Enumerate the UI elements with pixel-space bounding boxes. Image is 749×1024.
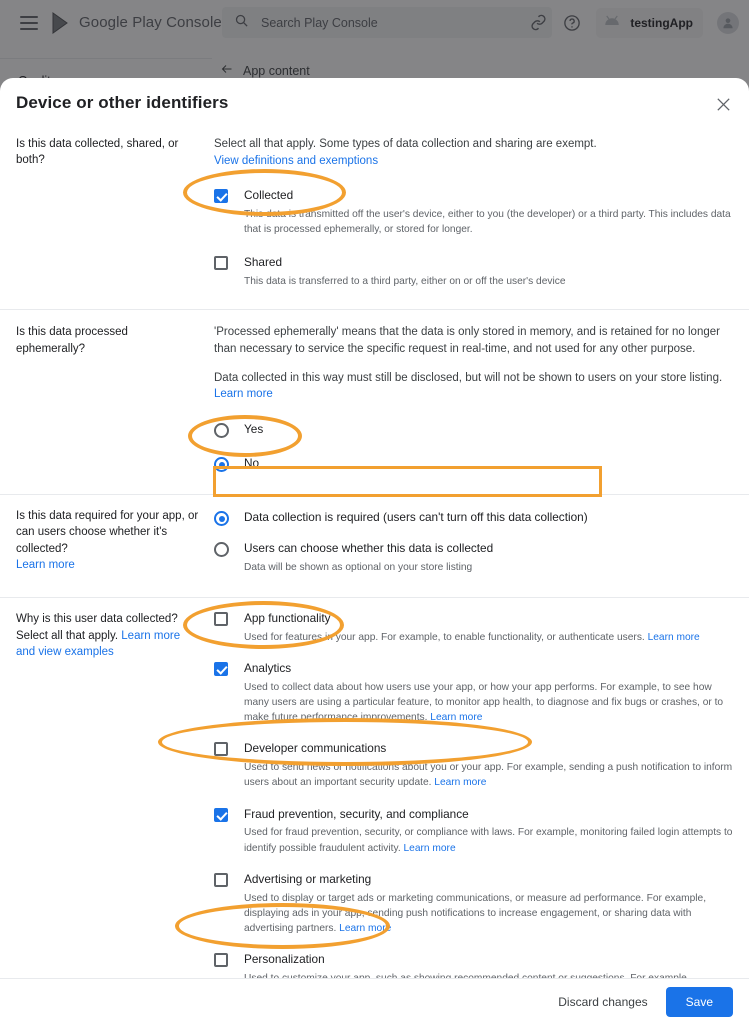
option-title: Analytics bbox=[244, 661, 292, 676]
ephemeral-paragraph-2: Data collected in this way must still be… bbox=[214, 371, 723, 401]
option-fraud-prevention[interactable]: Fraud prevention, security, and complian… bbox=[214, 807, 735, 856]
option-ephemeral-no[interactable]: No bbox=[214, 456, 735, 473]
radio-users-choose[interactable] bbox=[214, 542, 229, 558]
ephemeral-paragraph-1: 'Processed ephemerally' means that the d… bbox=[214, 326, 720, 356]
checkbox-advertising-marketing[interactable] bbox=[214, 872, 228, 887]
option-desc: Used to send news or notifications about… bbox=[244, 762, 733, 789]
checkbox-fraud-prevention[interactable] bbox=[214, 807, 228, 822]
dialog-body: Is this data collected, shared, or both?… bbox=[0, 122, 749, 978]
section-label: Why is this user data collected? Select … bbox=[16, 613, 181, 658]
option-title: Advertising or marketing bbox=[244, 871, 372, 886]
radio-data-required[interactable] bbox=[214, 511, 229, 527]
learn-more-link[interactable]: Learn more bbox=[214, 388, 273, 400]
option-title: Fraud prevention, security, and complian… bbox=[244, 806, 469, 821]
discard-changes-button[interactable]: Discard changes bbox=[558, 995, 647, 1009]
checkbox-shared[interactable] bbox=[214, 256, 228, 271]
option-personalization[interactable]: Personalization Used to customize your a… bbox=[214, 952, 735, 978]
option-desc: Used for fraud prevention, security, or … bbox=[244, 827, 733, 854]
section-required: Is this data required for your app, or c… bbox=[0, 508, 749, 575]
learn-more-link[interactable]: Learn more bbox=[16, 559, 75, 571]
option-title: Shared bbox=[244, 255, 283, 270]
option-data-required[interactable]: Data collection is required (users can't… bbox=[214, 510, 735, 527]
option-title: Users can choose whether this data is co… bbox=[244, 541, 494, 556]
learn-more-link[interactable]: Learn more bbox=[434, 777, 486, 788]
checkbox-app-functionality[interactable] bbox=[214, 612, 228, 627]
option-title: Personalization bbox=[244, 951, 325, 966]
option-title: App functionality bbox=[244, 611, 331, 626]
option-desc: Used to display or target ads or marketi… bbox=[244, 892, 707, 934]
option-desc: This data is transferred to a third part… bbox=[244, 276, 566, 288]
section-intro: Select all that apply. Some types of dat… bbox=[214, 138, 597, 167]
dialog-title: Device or other identifiers bbox=[16, 93, 229, 112]
radio-ephemeral-no[interactable] bbox=[214, 457, 229, 473]
close-icon[interactable] bbox=[713, 94, 733, 114]
checkbox-collected[interactable] bbox=[214, 189, 228, 204]
option-title: Developer communications bbox=[244, 741, 387, 756]
option-users-choose[interactable]: Users can choose whether this data is co… bbox=[214, 541, 735, 575]
dialog-header: Device or other identifiers bbox=[0, 78, 749, 122]
checkbox-personalization[interactable] bbox=[214, 952, 228, 967]
option-title: No bbox=[244, 456, 260, 471]
section-label: Is this data collected, shared, or both? bbox=[16, 138, 179, 167]
option-ephemeral-yes[interactable]: Yes bbox=[214, 422, 735, 439]
option-advertising-marketing[interactable]: Advertising or marketing Used to display… bbox=[214, 872, 735, 936]
radio-ephemeral-yes[interactable] bbox=[214, 423, 229, 439]
option-shared[interactable]: Shared This data is transferred to a thi… bbox=[214, 255, 735, 289]
option-title: Data collection is required (users can't… bbox=[244, 510, 588, 525]
section-divider bbox=[0, 309, 749, 311]
option-developer-communications[interactable]: Developer communications Used to send ne… bbox=[214, 741, 735, 790]
option-collected[interactable]: Collected This data is transmitted off t… bbox=[214, 188, 735, 237]
section-ephemeral: Is this data processed ephemerally? 'Pro… bbox=[0, 324, 749, 473]
section-divider bbox=[0, 494, 749, 496]
device-identifiers-dialog: Device or other identifiers Is this data… bbox=[0, 78, 749, 1024]
learn-more-link[interactable]: Learn more bbox=[648, 632, 700, 643]
option-title: Collected bbox=[244, 188, 294, 203]
option-title: Yes bbox=[244, 422, 264, 437]
dialog-footer: Discard changes Save bbox=[0, 978, 749, 1024]
option-desc: Data will be shown as optional on your s… bbox=[244, 562, 473, 574]
option-app-functionality[interactable]: App functionality Used for features in y… bbox=[214, 611, 735, 645]
learn-more-link[interactable]: Learn more bbox=[339, 923, 391, 934]
save-button[interactable]: Save bbox=[665, 986, 733, 1017]
option-desc: Used for features in your app. For examp… bbox=[244, 632, 700, 644]
option-analytics[interactable]: Analytics Used to collect data about how… bbox=[214, 661, 735, 725]
option-desc: Used to customize your app, such as show… bbox=[244, 971, 735, 978]
option-desc: Used to collect data about how users use… bbox=[244, 682, 724, 724]
checkbox-analytics[interactable] bbox=[214, 662, 228, 677]
section-divider bbox=[0, 597, 749, 599]
learn-more-link[interactable]: Learn more bbox=[404, 843, 456, 854]
section-collected-shared: Is this data collected, shared, or both?… bbox=[0, 136, 749, 289]
section-label: Is this data required for your app, or c… bbox=[16, 510, 199, 572]
section-label: Is this data processed ephemerally? bbox=[16, 326, 128, 355]
view-definitions-link[interactable]: View definitions and exemptions bbox=[214, 155, 378, 167]
section-purpose: Why is this user data collected? Select … bbox=[0, 611, 749, 978]
checkbox-developer-communications[interactable] bbox=[214, 742, 228, 757]
screenshot-root: Google Play Console Search Play Console bbox=[0, 0, 749, 1024]
option-desc: This data is transmitted off the user's … bbox=[244, 209, 731, 236]
learn-more-link[interactable]: Learn more bbox=[430, 712, 482, 723]
